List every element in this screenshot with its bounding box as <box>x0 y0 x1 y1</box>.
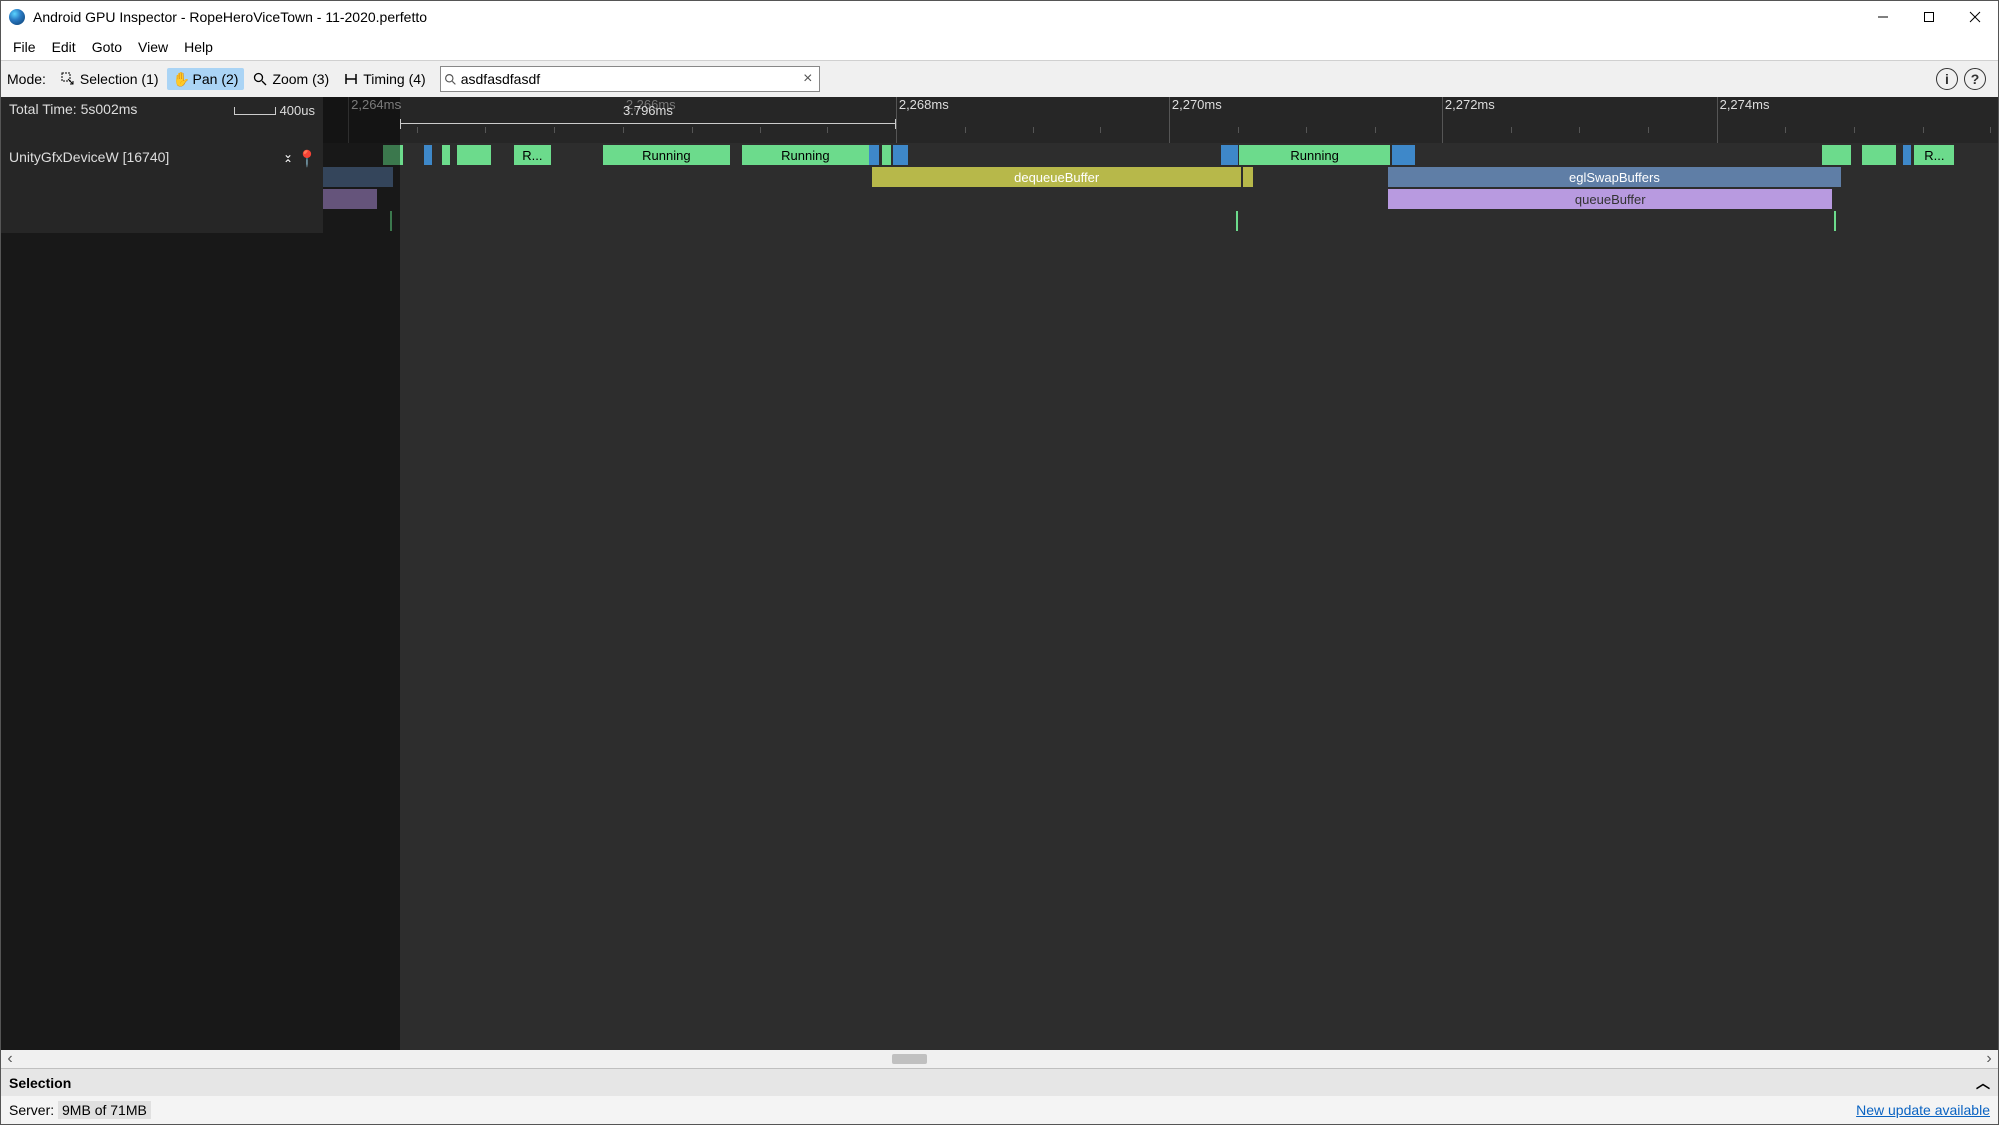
timeline-segment[interactable]: Running <box>603 145 730 165</box>
search-input[interactable] <box>461 71 797 87</box>
timeline-segment[interactable]: R... <box>514 145 551 165</box>
mode-label: Mode: <box>7 71 46 87</box>
timeline-segment[interactable] <box>457 145 491 165</box>
minimize-button[interactable] <box>1860 1 1906 33</box>
selection-title: Selection <box>9 1075 71 1091</box>
timeline-segment[interactable]: Running <box>1239 145 1390 165</box>
timeline-segment[interactable]: queueBuffer <box>1388 189 1832 209</box>
timeline-ruler[interactable]: Total Time: 5s002ms 400us 2,264ms 2,268ms… <box>1 97 1998 143</box>
timing-tool-button[interactable]: Timing (4) <box>337 68 432 90</box>
window-title: Android GPU Inspector - RopeHeroViceTown… <box>33 9 1860 25</box>
menu-view[interactable]: View <box>130 36 176 58</box>
scroll-right-button[interactable]: › <box>1980 1050 1998 1068</box>
toolbar: Mode: Selection (1) ✋ Pan (2) Zoom (3) T… <box>1 61 1998 97</box>
track-header[interactable]: UnityGfxDeviceW [16740] ⌄⌃ 📍 <box>1 143 323 233</box>
timeline-segment[interactable]: dequeueBuffer <box>872 167 1241 187</box>
menu-file[interactable]: File <box>5 36 44 58</box>
menubar: FileEditGotoViewHelp <box>1 33 1998 61</box>
statusbar: Server: 9MB of 71MB New update available <box>1 1096 1998 1124</box>
zoom-tool-button[interactable]: Zoom (3) <box>246 68 335 90</box>
timeline-segment[interactable] <box>882 145 890 165</box>
close-button[interactable] <box>1952 1 1998 33</box>
clear-search-button[interactable]: × <box>797 70 819 88</box>
timing-tool-label: Timing (4) <box>363 71 426 87</box>
ruler-range-indicator: 3.796ms <box>400 119 896 129</box>
pan-tool-button[interactable]: ✋ Pan (2) <box>167 68 245 90</box>
timeline-segment[interactable] <box>1822 145 1850 165</box>
track-lanes[interactable]: R... Running Running Running R... dequeueBuff… <box>323 143 1998 233</box>
ruler-tick: 2,270ms <box>1169 97 1222 112</box>
timeline-segment[interactable] <box>869 145 879 165</box>
help-icon: ? <box>1971 71 1980 87</box>
selection-panel-header[interactable]: Selection ︿ <box>1 1068 1998 1096</box>
mini-scale: 400us <box>234 103 315 118</box>
timeline-segment[interactable] <box>323 167 393 187</box>
selection-tool-button[interactable]: Selection (1) <box>54 68 165 90</box>
ruler-tick: 2,272ms <box>1442 97 1495 112</box>
chevron-up-icon[interactable]: ︿ <box>1976 1073 1990 1093</box>
timeline-segment[interactable]: eglSwapBuffers <box>1388 167 1840 187</box>
ruler-tick: 2,268ms <box>896 97 949 112</box>
server-label: Server: <box>9 1102 54 1118</box>
maximize-button[interactable] <box>1906 1 1952 33</box>
scroll-left-button[interactable]: ‹ <box>1 1050 19 1068</box>
timeline-empty-area[interactable] <box>1 233 1998 1050</box>
timeline-panel[interactable]: Total Time: 5s002ms 400us 2,264ms 2,268ms… <box>1 97 1998 1050</box>
timeline-segment[interactable] <box>383 145 403 165</box>
search-icon <box>441 73 461 86</box>
track-name: UnityGfxDeviceW [16740] <box>9 149 169 165</box>
titlebar: Android GPU Inspector - RopeHeroViceTown… <box>1 1 1998 33</box>
zoom-tool-label: Zoom (3) <box>272 71 329 87</box>
hand-icon: ✋ <box>173 71 189 87</box>
thread-track: UnityGfxDeviceW [16740] ⌄⌃ 📍 R... Running… <box>1 143 1998 233</box>
app-window: Android GPU Inspector - RopeHeroViceTown… <box>0 0 1999 1125</box>
collapse-icon[interactable]: ⌄⌃ <box>283 149 293 169</box>
app-icon <box>9 9 25 25</box>
info-button[interactable]: i <box>1936 68 1958 90</box>
horizontal-scrollbar[interactable]: ‹ › <box>1 1050 1998 1068</box>
timeline-segment[interactable] <box>1862 145 1896 165</box>
info-icon: i <box>1945 71 1949 87</box>
timeline-segment[interactable]: R... <box>1914 145 1954 165</box>
ruler-tick: 2,274ms <box>1717 97 1770 112</box>
scrollbar-thumb[interactable] <box>892 1054 927 1064</box>
update-link[interactable]: New update available <box>1856 1102 1990 1118</box>
timeline-segment[interactable]: Running <box>742 145 869 165</box>
search-field-container: × <box>440 66 820 92</box>
timeline-segment[interactable] <box>323 189 377 209</box>
timeline-segment[interactable] <box>893 145 908 165</box>
memory-value: 9MB of 71MB <box>58 1101 151 1119</box>
ruler-tick: 2,264ms <box>348 97 401 112</box>
pan-tool-label: Pan (2) <box>193 71 239 87</box>
scrollbar-track[interactable] <box>19 1052 1980 1066</box>
timeline-segment[interactable] <box>1903 145 1911 165</box>
timeline-segment[interactable] <box>442 145 450 165</box>
timeline-segment[interactable] <box>1243 167 1253 187</box>
menu-goto[interactable]: Goto <box>84 36 130 58</box>
menu-help[interactable]: Help <box>176 36 221 58</box>
timeline-segment[interactable] <box>1392 145 1415 165</box>
timeline-segment[interactable] <box>1221 145 1238 165</box>
menu-edit[interactable]: Edit <box>44 36 84 58</box>
selection-tool-label: Selection (1) <box>80 71 159 87</box>
total-time-label: Total Time: 5s002ms <box>9 101 137 117</box>
help-button[interactable]: ? <box>1964 68 1986 90</box>
timeline-segment[interactable] <box>424 145 432 165</box>
pin-icon[interactable]: 📍 <box>297 149 317 169</box>
mini-scale-value: 400us <box>280 103 315 118</box>
